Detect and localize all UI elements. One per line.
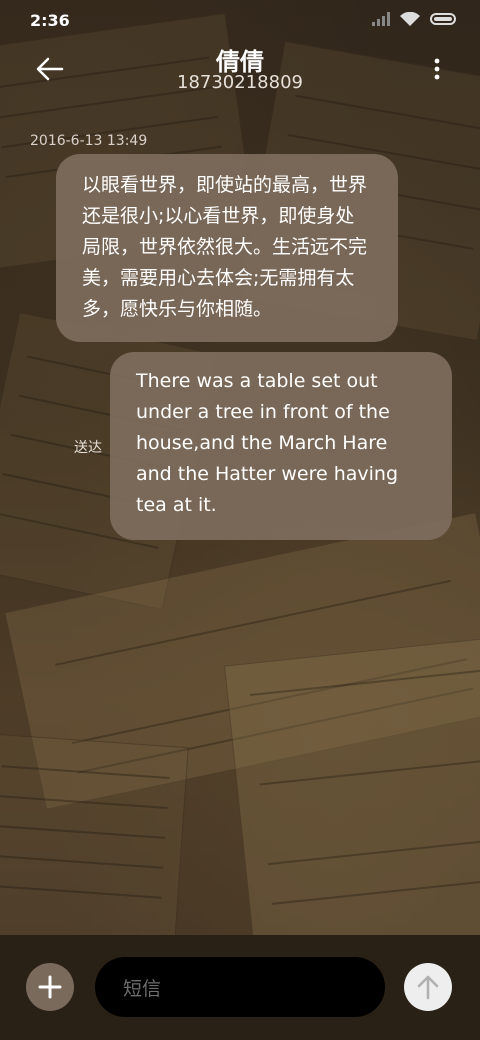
send-button[interactable] (404, 963, 452, 1011)
status-time: 2:36 (30, 11, 70, 30)
status-icons (372, 12, 456, 26)
message-input-placeholder: 短信 (123, 977, 162, 1000)
delivery-status: 送达 (74, 440, 102, 456)
message-input[interactable]: 短信 (95, 957, 385, 1017)
add-attachment-button[interactable] (26, 963, 74, 1011)
signal-icon (372, 12, 390, 26)
more-vertical-icon[interactable] (434, 58, 440, 80)
message-timestamp: 2016-6-13 13:49 (30, 133, 148, 149)
conversation-header: 倩倩 18730218809 (0, 40, 480, 100)
wifi-icon (400, 12, 420, 26)
plus-icon (38, 975, 62, 999)
send-arrow-up-icon (417, 975, 439, 1000)
status-bar: 2:36 (0, 0, 480, 40)
message-text: 以眼看世界，即使站的最高，世界还是很小;以心看世界，即使身处局限，世界依然很大。… (82, 174, 368, 320)
battery-icon (430, 13, 456, 25)
message-bubble[interactable]: 以眼看世界，即使站的最高，世界还是很小;以心看世界，即使身处局限，世界依然很大。… (56, 154, 398, 342)
contact-number: 18730218809 (177, 72, 303, 93)
message-bubble[interactable]: There was a table set out under a tree i… (110, 352, 452, 540)
message-text: There was a table set out under a tree i… (136, 370, 399, 516)
compose-bar: 短信 (0, 935, 480, 1040)
